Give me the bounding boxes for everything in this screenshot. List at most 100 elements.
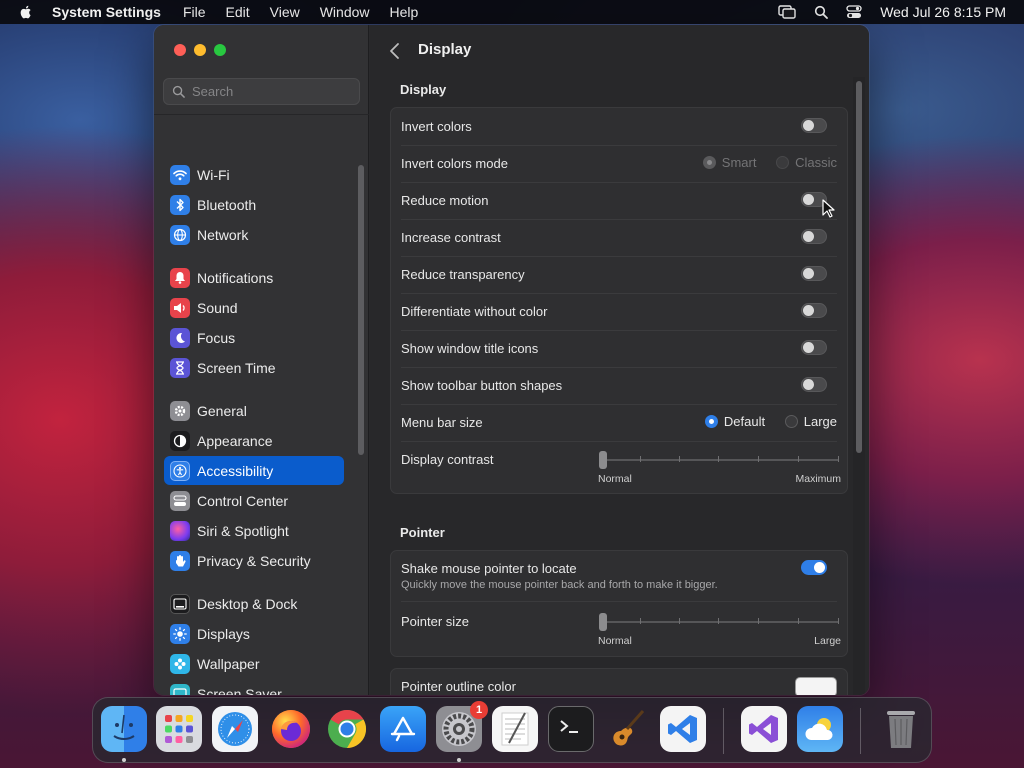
menu-window[interactable]: Window	[320, 4, 370, 20]
large-radio[interactable]	[784, 415, 798, 428]
classic-radio[interactable]	[776, 156, 790, 169]
search-field[interactable]	[163, 78, 360, 105]
dock-weather[interactable]	[797, 706, 843, 752]
slider-knob[interactable]	[599, 613, 607, 631]
menu-bar-size-large-option[interactable]: Large	[784, 414, 837, 429]
row-divider	[401, 330, 837, 331]
dock-separator	[860, 708, 861, 754]
invert-colors-toggle[interactable]	[801, 118, 827, 133]
flower-icon	[170, 653, 190, 674]
menu-bar: System Settings File Edit View Window He…	[0, 0, 1024, 24]
sidebar-item-accessibility[interactable]: Accessibility	[164, 456, 344, 485]
toolbar-button-shapes-toggle[interactable]	[801, 377, 827, 392]
default-radio[interactable]	[704, 415, 718, 428]
slider-track	[601, 621, 839, 623]
menu-file[interactable]: File	[183, 4, 206, 20]
notification-badge: 1	[470, 701, 488, 719]
sidebar-item-sound[interactable]: Sound	[164, 293, 344, 322]
sidebar-item-screen-time[interactable]: Screen Time	[164, 353, 344, 382]
invert-colors-mode-label: Invert colors mode	[401, 155, 508, 171]
display-settings-group: Invert colors Invert colors mode Smart C…	[390, 107, 848, 494]
close-button[interactable]	[174, 44, 186, 56]
sidebar-item-label: Appearance	[197, 432, 273, 449]
increase-contrast-label: Increase contrast	[401, 229, 501, 245]
window-title-icons-toggle[interactable]	[801, 340, 827, 355]
sidebar-item-appearance[interactable]: Appearance	[164, 426, 344, 455]
zoom-button[interactable]	[214, 44, 226, 56]
sidebar-item-wifi[interactable]: Wi-Fi	[164, 160, 344, 189]
moon-icon	[170, 327, 190, 348]
dock-app-store[interactable]	[380, 706, 426, 752]
menu-help[interactable]: Help	[390, 4, 419, 20]
invert-mode-classic-option[interactable]: Classic	[776, 155, 837, 170]
sidebar-item-focus[interactable]: Focus	[164, 323, 344, 352]
sidebar-item-general[interactable]: General	[164, 396, 344, 425]
sidebar-item-wallpaper[interactable]: Wallpaper	[164, 649, 344, 678]
dock-vscode[interactable]	[660, 706, 706, 752]
sidebar-item-control-center[interactable]: Control Center	[164, 486, 344, 515]
sidebar-item-network[interactable]: Network	[164, 220, 344, 249]
app-store-icon	[390, 716, 416, 742]
pointer-outline-color-swatch[interactable]	[795, 677, 837, 695]
dock-chrome[interactable]	[324, 706, 370, 752]
pointer-size-slider[interactable]: Normal Large	[598, 612, 841, 648]
spotlight-search-icon[interactable]	[814, 5, 829, 19]
reduce-transparency-row: Reduce transparency	[401, 262, 837, 286]
increase-contrast-toggle[interactable]	[801, 229, 827, 244]
dock-garageband[interactable]	[604, 706, 650, 752]
differentiate-without-color-toggle[interactable]	[801, 303, 827, 318]
control-center-icon[interactable]	[846, 5, 862, 19]
sidebar-item-desktop-dock[interactable]: Desktop & Dock	[164, 589, 344, 618]
hand-icon	[170, 550, 190, 571]
slider-knob[interactable]	[599, 451, 607, 469]
differentiate-without-color-row: Differentiate without color	[401, 299, 837, 323]
dock-firefox[interactable]	[268, 706, 314, 752]
menu-bar-size-label: Menu bar size	[401, 414, 483, 430]
menu-bar-size-default-option[interactable]: Default	[704, 414, 765, 429]
search-input[interactable]	[192, 84, 352, 99]
pointer-settings-group: Shake mouse pointer to locate Quickly mo…	[390, 550, 848, 657]
menu-edit[interactable]: Edit	[226, 4, 250, 20]
reduce-transparency-toggle[interactable]	[801, 266, 827, 281]
sidebar-item-screen-saver[interactable]: Screen Saver	[164, 679, 344, 695]
sidebar-item-label: Network	[197, 226, 249, 243]
hourglass-icon	[170, 357, 190, 378]
invert-mode-smart-option[interactable]: Smart	[702, 155, 756, 170]
menu-clock[interactable]: Wed Jul 26 8:15 PM	[880, 4, 1006, 20]
dock-system-settings[interactable]: 1	[436, 701, 488, 752]
apple-logo-icon[interactable]	[18, 4, 34, 20]
sidebar-item-bluetooth[interactable]: Bluetooth	[164, 190, 344, 219]
dock-finder[interactable]	[101, 706, 147, 752]
dock-trash[interactable]	[878, 706, 924, 752]
sidebar-scrollbar[interactable]	[358, 165, 364, 455]
smart-radio[interactable]	[702, 156, 716, 169]
increase-contrast-row: Increase contrast	[401, 225, 837, 249]
row-divider	[401, 367, 837, 368]
dock-textedit[interactable]	[492, 706, 538, 752]
menu-app-name[interactable]: System Settings	[52, 4, 161, 20]
dock-safari[interactable]	[212, 706, 258, 752]
shake-pointer-toggle[interactable]	[801, 560, 827, 575]
sidebar-item-label: Wallpaper	[197, 655, 260, 672]
invert-colors-row: Invert colors	[401, 114, 837, 138]
content-scrollbar[interactable]	[856, 81, 862, 453]
terminal-icon	[560, 720, 578, 733]
sidebar-item-siri-spotlight[interactable]: Siri & Spotlight	[164, 516, 344, 545]
menu-view[interactable]: View	[270, 4, 300, 20]
system-settings-running-indicator	[457, 758, 461, 762]
invert-colors-label: Invert colors	[401, 118, 472, 134]
minimize-button[interactable]	[194, 44, 206, 56]
dock-launchpad[interactable]	[156, 706, 202, 752]
toolbar-button-shapes-row: Show toolbar button shapes	[401, 373, 837, 397]
back-chevron-icon[interactable]	[388, 41, 402, 61]
sidebar-item-privacy-security[interactable]: Privacy & Security	[164, 546, 344, 575]
sidebar-item-label: Wi-Fi	[197, 166, 230, 183]
sidebar-item-displays[interactable]: Displays	[164, 619, 344, 648]
dock-terminal[interactable]	[548, 706, 594, 752]
dock-visual-studio[interactable]	[741, 706, 787, 752]
display-contrast-slider[interactable]: Normal Maximum	[598, 450, 841, 486]
slider-tick	[679, 618, 680, 624]
trash-icon	[887, 711, 915, 748]
sidebar-item-notifications[interactable]: Notifications	[164, 263, 344, 292]
screen-mirroring-icon[interactable]	[778, 5, 796, 19]
